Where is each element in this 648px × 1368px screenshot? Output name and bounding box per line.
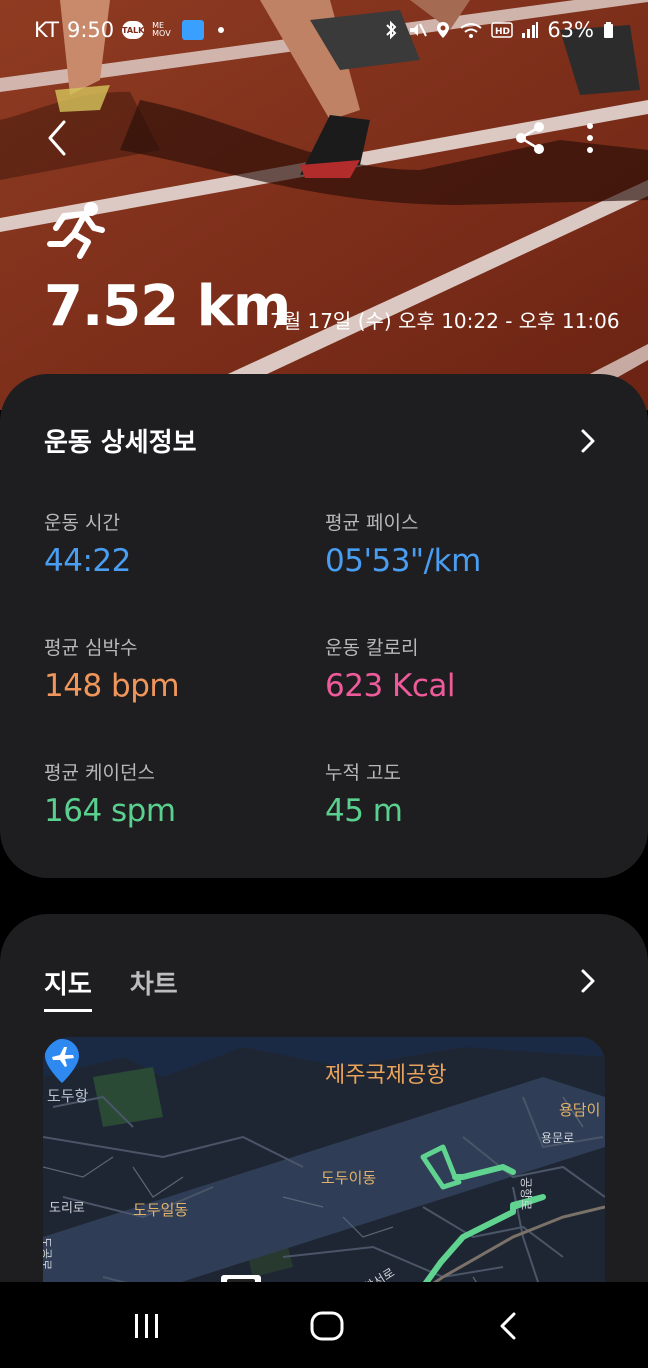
map-chart-card: 지도 차트 제주국제공항 도두항 도리로 도두일동 도두이동 용담이 용문로 도… — [0, 914, 648, 1344]
workout-details-card[interactable]: 운동 상세정보 운동 시간 44:22 평균 페이스 05'53"/km 평균 … — [0, 374, 648, 878]
tab-map[interactable]: 지도 — [44, 964, 92, 1012]
map-chart-tabs: 지도 차트 — [44, 964, 178, 1012]
metric-avg-cadence: 평균 케이던스 164 spm — [44, 758, 324, 829]
metric-label: 평균 케이던스 — [44, 762, 155, 784]
metric-value: 164 spm — [44, 793, 176, 829]
metric-value: 05'53"/km — [325, 543, 481, 579]
kakaotalk-icon: TALK — [122, 21, 144, 39]
back-button[interactable] — [484, 1304, 534, 1348]
hero-image: KT 9:50 TALK ME MOV HD 63% 7.52 km 7월 17… — [0, 0, 648, 410]
metric-label: 운동 칼로리 — [325, 637, 419, 659]
details-title: 운동 상세정보 — [44, 428, 197, 458]
hd-voice-icon: HD — [491, 22, 514, 38]
wifi-icon — [460, 23, 482, 38]
map-label-doduhang: 도두항 — [47, 1087, 89, 1105]
metric-label: 운동 시간 — [44, 512, 120, 534]
metric-value: 44:22 — [44, 543, 131, 579]
map-label-yongdami: 용담이 — [559, 1101, 601, 1119]
home-icon — [310, 1311, 344, 1341]
metric-duration: 운동 시간 44:22 — [44, 508, 324, 579]
status-time: 9:50 — [66, 18, 115, 42]
metric-avg-heart-rate: 평균 심박수 148 bpm — [44, 633, 324, 704]
battery-percent: 63% — [547, 18, 594, 42]
airport-pin-icon[interactable] — [43, 1037, 81, 1085]
metric-value: 623 Kcal — [325, 668, 456, 704]
recent-apps-icon — [135, 1314, 158, 1338]
more-notifications-dot — [218, 27, 225, 33]
metric-elevation-gain: 누적 고도 45 m — [325, 758, 605, 829]
more-options-icon[interactable] — [574, 116, 606, 160]
workout-datetime: 7월 17일 (수) 오후 10:22 - 오후 11:06 — [270, 309, 620, 333]
memo-icon: ME MOV — [152, 21, 171, 38]
metric-value: 148 bpm — [44, 668, 180, 704]
bluetooth-icon — [386, 20, 397, 40]
metric-label: 누적 고도 — [325, 762, 401, 784]
map-label-yongmun-ro: 용문로 — [541, 1131, 575, 1145]
tab-chart[interactable]: 차트 — [130, 964, 178, 1012]
status-bar: KT 9:50 TALK ME MOV HD 63% — [0, 0, 648, 60]
metric-label: 평균 페이스 — [325, 512, 419, 534]
chevron-right-icon[interactable] — [576, 966, 600, 996]
mute-icon — [410, 23, 428, 37]
map-label-dori-ro: 도리로 — [49, 1201, 85, 1216]
system-navigation-bar — [0, 1282, 648, 1368]
map-label-dogong-ro: 도공로 — [43, 1237, 53, 1271]
carrier-label: KT — [34, 18, 59, 42]
signal-icon — [522, 22, 539, 38]
map-label-gonghang-ro: 공항로 — [519, 1177, 533, 1211]
metric-label: 평균 심박수 — [44, 637, 138, 659]
running-icon — [47, 202, 105, 259]
share-icon[interactable] — [508, 116, 552, 160]
metric-avg-pace: 평균 페이스 05'53"/km — [325, 508, 605, 579]
svg-text:HD: HD — [495, 27, 510, 37]
back-icon — [500, 1312, 516, 1340]
chevron-right-icon[interactable] — [576, 426, 600, 456]
map-label-dodu-i-dong: 도두이동 — [321, 1169, 377, 1187]
map-label-dodu-il-dong: 도두일동 — [133, 1201, 189, 1219]
metric-value: 45 m — [325, 793, 403, 829]
battery-icon — [604, 22, 613, 38]
location-icon — [437, 22, 450, 38]
back-arrow-icon[interactable] — [38, 112, 78, 164]
metric-calories: 운동 칼로리 623 Kcal — [325, 633, 605, 704]
recent-apps-button[interactable] — [122, 1304, 172, 1348]
airport-label: 제주국제공항 — [325, 1063, 447, 1088]
app-notification-icon — [182, 20, 205, 40]
top-app-bar — [0, 112, 648, 164]
home-button[interactable] — [302, 1304, 352, 1348]
total-distance: 7.52 km — [44, 274, 291, 339]
